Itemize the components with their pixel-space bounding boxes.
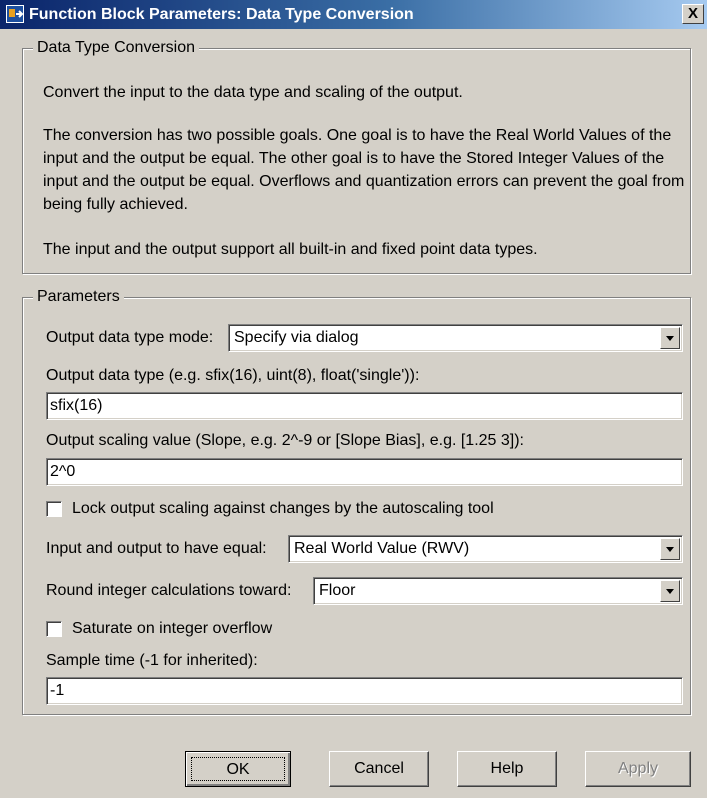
chevron-down-icon[interactable] [660, 580, 680, 602]
description-paragraph-2: The conversion has two possible goals. O… [43, 127, 685, 213]
equal-mode-value: Real World Value (RWV) [294, 540, 470, 557]
simulink-block-icon [6, 5, 24, 23]
dialog-window: Function Block Parameters: Data Type Con… [0, 0, 707, 798]
rounding-select[interactable]: Floor [313, 577, 683, 605]
sample-time-label: Sample time (-1 for inherited): [46, 652, 258, 669]
output-scaling-field[interactable] [46, 458, 683, 486]
chevron-down-icon[interactable] [660, 538, 680, 560]
description-line-1: Convert the input to the data type and s… [43, 84, 463, 101]
output-mode-label: Output data type mode: [46, 329, 214, 346]
saturate-label[interactable]: Saturate on integer overflow [72, 619, 272, 639]
lock-scaling-checkbox[interactable] [46, 501, 62, 517]
window-title: Function Block Parameters: Data Type Con… [29, 6, 414, 23]
output-scaling-label: Output scaling value (Slope, e.g. 2^-9 o… [46, 432, 524, 449]
description-legend: Data Type Conversion [33, 39, 200, 57]
sample-time-field[interactable] [46, 677, 683, 705]
output-type-input[interactable] [50, 396, 677, 416]
equal-mode-select[interactable]: Real World Value (RWV) [288, 535, 683, 563]
apply-button-label: Apply [617, 760, 659, 777]
saturate-checkbox[interactable] [46, 621, 62, 637]
description-line-3: The input and the output support all bui… [43, 241, 538, 258]
parameters-legend: Parameters [33, 288, 124, 306]
rounding-value: Floor [319, 582, 356, 599]
ok-button-label: OK [191, 757, 285, 781]
output-scaling-input[interactable] [50, 462, 677, 482]
output-type-field[interactable] [46, 392, 683, 420]
close-button[interactable]: X [682, 4, 704, 24]
close-icon: X [687, 5, 698, 22]
cancel-button-label: Cancel [354, 760, 404, 777]
title-bar[interactable]: Function Block Parameters: Data Type Con… [0, 0, 707, 29]
ok-button[interactable]: OK [185, 751, 291, 787]
apply-button[interactable]: Apply [585, 751, 691, 787]
chevron-down-icon[interactable] [660, 327, 680, 349]
cancel-button[interactable]: Cancel [329, 751, 429, 787]
output-type-label: Output data type (e.g. sfix(16), uint(8)… [46, 367, 420, 384]
sample-time-input[interactable] [50, 681, 677, 701]
rounding-label: Round integer calculations toward: [46, 582, 292, 599]
output-mode-value: Specify via dialog [234, 329, 359, 346]
equal-mode-label: Input and output to have equal: [46, 540, 267, 557]
output-mode-select[interactable]: Specify via dialog [228, 324, 683, 352]
lock-scaling-label[interactable]: Lock output scaling against changes by t… [72, 499, 494, 519]
help-button-label: Help [490, 760, 524, 777]
help-button[interactable]: Help [457, 751, 557, 787]
